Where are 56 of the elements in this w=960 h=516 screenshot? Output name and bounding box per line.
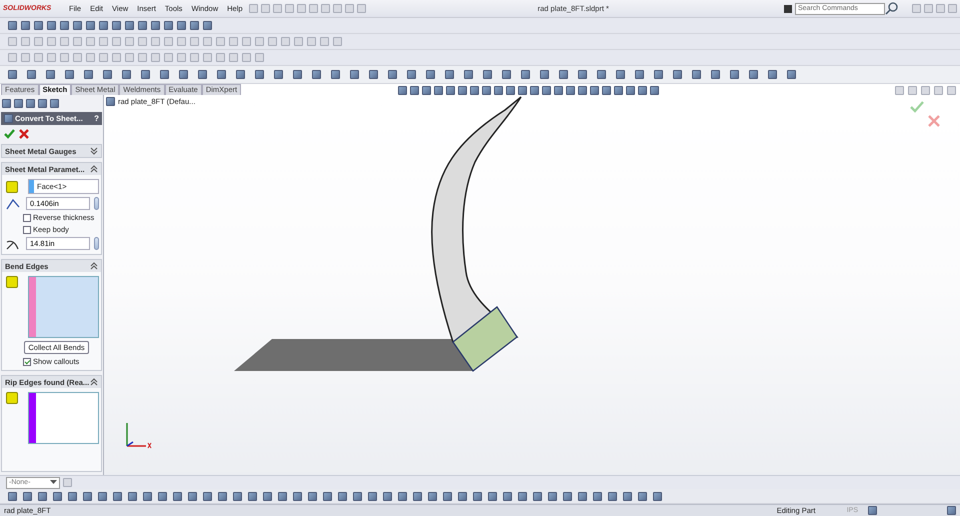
bend-edges-list[interactable] [28, 276, 99, 338]
toolbar-icon[interactable] [521, 70, 530, 79]
chevron-icon[interactable] [90, 165, 98, 173]
chevron-icon[interactable] [90, 262, 98, 270]
checkbox[interactable] [23, 214, 31, 222]
search-icon [885, 2, 899, 15]
caret-icon [50, 480, 57, 485]
toolbar-icon[interactable] [711, 70, 720, 79]
toolbar-icon[interactable] [293, 70, 302, 79]
rip-edges-list[interactable] [28, 392, 99, 444]
ok-check-icon[interactable] [910, 101, 924, 113]
status-icon [947, 506, 956, 515]
checkbox[interactable] [23, 358, 31, 366]
cancel-x-icon[interactable] [19, 129, 29, 139]
help-link[interactable]: ? [94, 114, 99, 123]
edge-cube-icon [6, 276, 18, 288]
toolbar-icon[interactable] [426, 70, 435, 79]
toolbar-icon[interactable] [407, 70, 416, 79]
toolbar-icon[interactable] [540, 70, 549, 79]
toolbar-icon[interactable] [787, 70, 796, 79]
toolbar-icon[interactable] [730, 70, 739, 79]
status-icon [868, 506, 877, 515]
toolbar-icon[interactable] [464, 70, 473, 79]
toolbar-icon[interactable] [388, 70, 397, 79]
chevron-icon[interactable] [90, 378, 98, 386]
edge-cube-icon [6, 392, 18, 404]
spin-control[interactable] [94, 237, 99, 250]
cancel-x-icon[interactable] [928, 115, 940, 127]
toolbar-icon[interactable] [502, 70, 511, 79]
toolbar-icon[interactable] [445, 70, 454, 79]
toolbar-icon[interactable] [331, 70, 340, 79]
toolbar-icon[interactable] [654, 70, 663, 79]
terminal-icon [784, 4, 792, 12]
thickness-icon [6, 198, 20, 210]
toolbar-icon[interactable] [274, 70, 283, 79]
toolbar-icon[interactable] [749, 70, 758, 79]
chevron-icon[interactable] [90, 147, 98, 155]
checkbox[interactable] [23, 226, 31, 234]
toolbar-icon[interactable] [483, 70, 492, 79]
toolbar-icon[interactable] [578, 70, 587, 79]
axis-triad-icon [124, 420, 152, 450]
toolbar-icon[interactable] [768, 70, 777, 79]
toolbar-icon[interactable] [369, 70, 378, 79]
toolbar-icon[interactable] [597, 70, 606, 79]
radius-arc-icon [6, 238, 20, 250]
spin-control[interactable] [94, 197, 99, 210]
toolbar-icon[interactable] [350, 70, 359, 79]
toolbar-icon[interactable] [692, 70, 701, 79]
selection-color-strip [29, 180, 34, 193]
ok-check-icon[interactable] [4, 129, 15, 139]
toolbar-icon[interactable] [616, 70, 625, 79]
toolbar-icon[interactable] [312, 70, 321, 79]
toolbar-icon[interactable] [673, 70, 682, 79]
toolbar-icon[interactable] [635, 70, 644, 79]
toolbar-icon[interactable] [559, 70, 568, 79]
face-cube-icon [6, 180, 18, 192]
